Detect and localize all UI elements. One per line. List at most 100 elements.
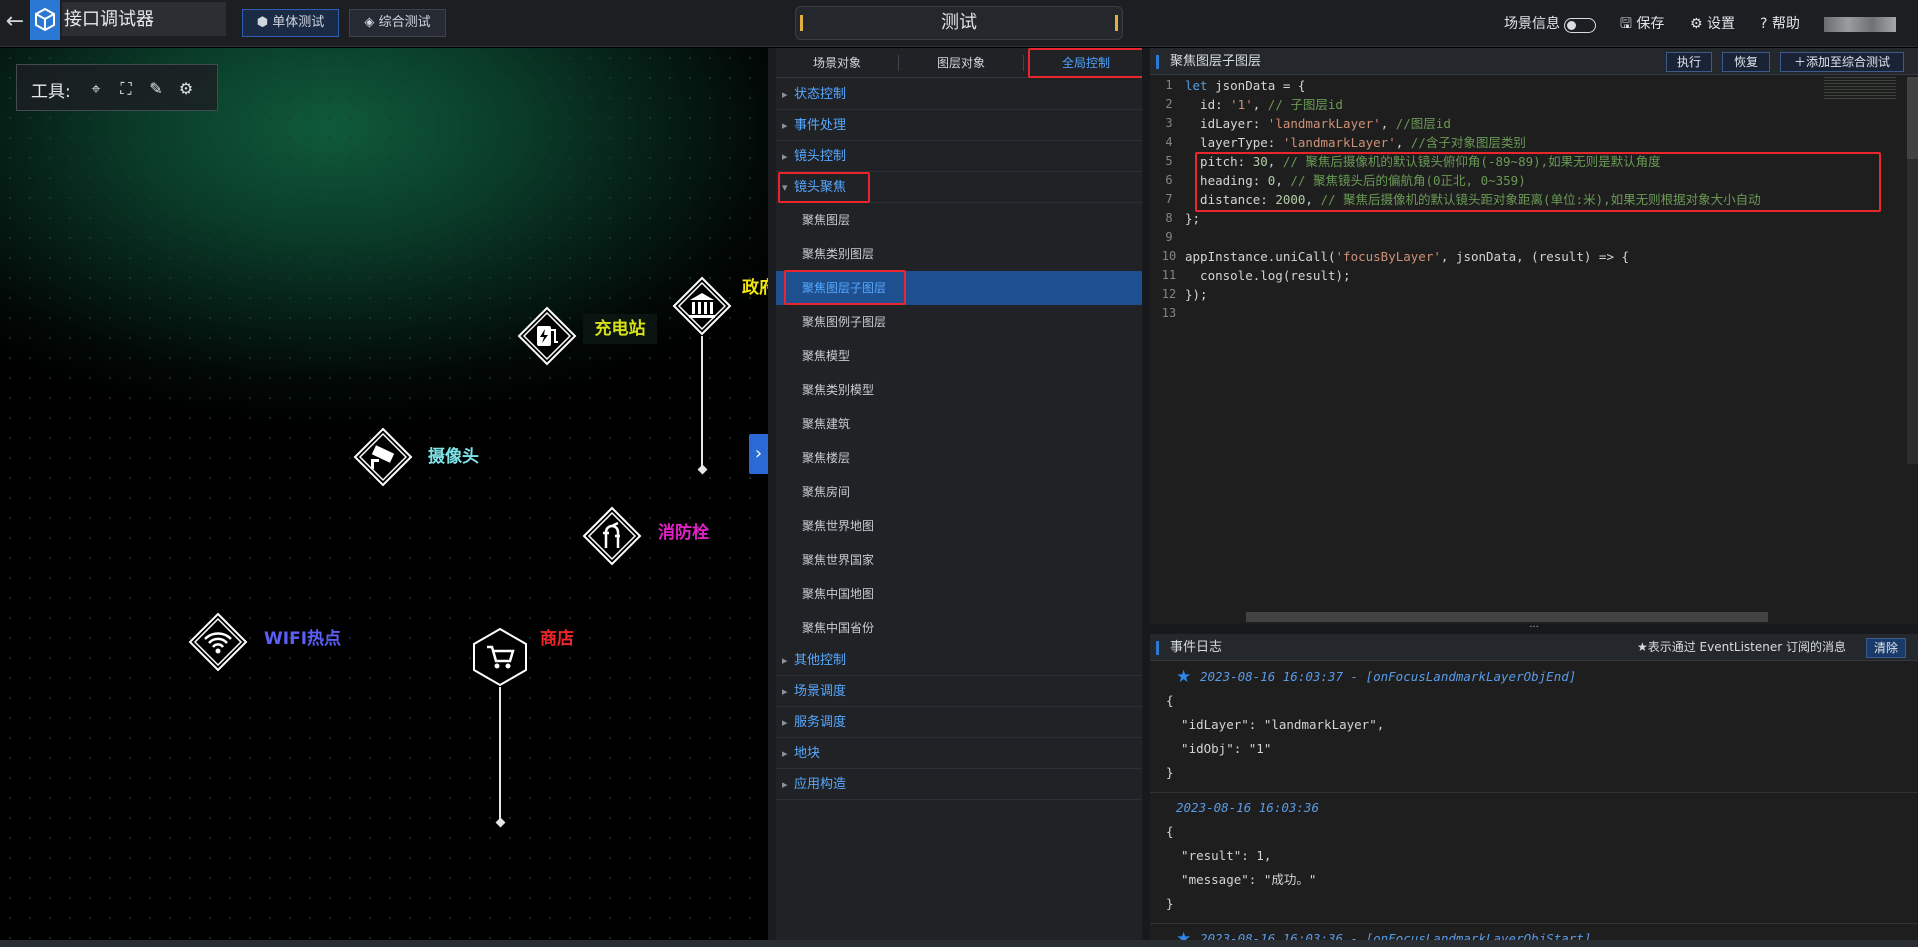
tab-layer-objects[interactable]: 图层对象 xyxy=(899,48,1023,78)
plus-icon: ＋ xyxy=(1793,55,1806,69)
poi-stem xyxy=(499,687,501,821)
poi-fire-hydrant[interactable] xyxy=(582,506,642,566)
log-entry-body: { "result": 1, "message": "成功。" } xyxy=(1166,824,1317,911)
poi-wifi[interactable] xyxy=(188,612,248,672)
poi-camera[interactable] xyxy=(353,427,413,487)
menu-item-focus-floor[interactable]: 聚焦楼层 xyxy=(776,441,1150,475)
panel-splitter[interactable] xyxy=(768,48,776,940)
wifi-icon xyxy=(188,612,248,672)
scene-viewport[interactable]: 工具: ⌖ ⛶ ✎ ⚙ 政府 充电站 摄像头 消防栓 WIFI热点 商店 xyxy=(0,48,768,940)
line-number: 3 xyxy=(1165,116,1173,130)
menu-group-scene-scheduling[interactable]: 场景调度 xyxy=(776,676,1150,707)
reset-button[interactable]: 恢复 xyxy=(1722,52,1770,72)
log-header: 事件日志 ★表示通过 EventListener 订阅的消息 清除 xyxy=(1150,634,1918,661)
scene-info-toggle[interactable] xyxy=(1564,18,1596,33)
header-accent xyxy=(1156,641,1159,655)
line-number: 1 xyxy=(1165,78,1173,92)
line-number: 9 xyxy=(1165,230,1173,244)
panel-tabs: 场景对象 图层对象 全局控制 xyxy=(776,48,1150,78)
locate-icon[interactable]: ⌖ xyxy=(86,79,106,99)
single-test-button[interactable]: ⬢ 单体测试 xyxy=(242,9,339,37)
collapse-panel-button[interactable]: › xyxy=(749,434,768,474)
top-bar: ← 接口调试器 ⬢ 单体测试 ◈ 综合测试 测试 场景信息 🖫 保存 ⚙ 设置 … xyxy=(0,0,1918,47)
user-avatar[interactable] xyxy=(1824,17,1896,32)
panel-splitter[interactable] xyxy=(1142,48,1150,940)
cube-logo-icon xyxy=(30,0,60,40)
menu-group-event-handling[interactable]: 事件处理 xyxy=(776,110,1150,141)
menu-group-app-construction[interactable]: 应用构造 xyxy=(776,769,1150,800)
menu-group-other-control[interactable]: 其他控制 xyxy=(776,645,1150,676)
scene-grid xyxy=(0,48,768,940)
menu-group-camera-control[interactable]: 镜头控制 xyxy=(776,141,1150,172)
editor-log-splitter[interactable]: ··· xyxy=(1150,623,1918,634)
highlight-box xyxy=(778,172,870,203)
tab-scene-objects[interactable]: 场景对象 xyxy=(776,48,898,78)
single-test-label: 单体测试 xyxy=(272,15,325,30)
poi-stem xyxy=(701,336,703,468)
clear-log-button[interactable]: 清除 xyxy=(1866,638,1906,658)
line-number: 6 xyxy=(1165,173,1173,187)
line-numbers: 1 2 3 4 5 6 7 8 9 10 11 12 13 xyxy=(1150,76,1188,323)
save-label: 保存 xyxy=(1636,16,1665,32)
code-line: console.log(result); xyxy=(1185,268,1351,283)
line-number: 4 xyxy=(1165,135,1173,149)
cube-icon: ⬢ xyxy=(256,15,269,30)
menu-group-land-parcel[interactable]: 地块 xyxy=(776,738,1150,769)
log-entry: ★ 2023-08-16 16:03:37 - [onFocusLandmark… xyxy=(1150,662,1918,793)
integrated-test-label: 综合测试 xyxy=(378,15,431,30)
save-button[interactable]: 🖫 保存 xyxy=(1620,12,1664,36)
save-icon: 🖫 xyxy=(1620,16,1632,32)
government-icon xyxy=(672,276,732,336)
menu-item-focus-category-layer[interactable]: 聚焦类别图层 xyxy=(776,237,1150,271)
poi-label-camera: 摄像头 xyxy=(428,447,479,467)
gear-icon: ⚙ xyxy=(1690,16,1703,32)
run-button[interactable]: 执行 xyxy=(1666,52,1712,72)
frame-select-icon[interactable]: ⛶ xyxy=(116,79,136,99)
page-title: 测试 xyxy=(795,6,1123,40)
settings-button[interactable]: ⚙ 设置 xyxy=(1690,12,1735,36)
log-entry: 2023-08-16 16:03:36 { "result": 1, "mess… xyxy=(1150,793,1918,924)
code-minimap[interactable] xyxy=(1824,77,1896,99)
menu-group-state-control[interactable]: 状态控制 xyxy=(776,79,1150,110)
star-icon: ★ xyxy=(1176,667,1192,687)
horizontal-scrollbar[interactable] xyxy=(1246,612,1768,622)
star-icon: ★ xyxy=(1176,929,1192,940)
gear-icon[interactable]: ⚙ xyxy=(176,79,196,99)
line-number: 10 xyxy=(1161,249,1177,263)
log-entry-header: 2023-08-16 16:03:37 - [onFocusLandmarkLa… xyxy=(1200,669,1577,684)
line-number: 11 xyxy=(1161,268,1177,282)
menu-item-focus-china-province[interactable]: 聚焦中国省份 xyxy=(776,611,1150,645)
log-list[interactable]: ★ 2023-08-16 16:03:37 - [onFocusLandmark… xyxy=(1150,662,1918,940)
menu-item-focus-category-model[interactable]: 聚焦类别模型 xyxy=(776,373,1150,407)
back-arrow-icon[interactable]: ← xyxy=(0,0,30,47)
menu-item-focus-legend-sublayer[interactable]: 聚焦图例子图层 xyxy=(776,305,1150,339)
settings-label: 设置 xyxy=(1707,16,1736,32)
menu-item-focus-world-map[interactable]: 聚焦世界地图 xyxy=(776,509,1150,543)
integrated-test-button[interactable]: ◈ 综合测试 xyxy=(349,9,446,37)
poi-label-fire-hydrant: 消防栓 xyxy=(658,523,709,543)
pen-icon[interactable]: ✎ xyxy=(146,79,166,99)
fire-hydrant-icon xyxy=(582,506,642,566)
help-button[interactable]: ? 帮助 xyxy=(1760,12,1800,36)
poi-shop[interactable] xyxy=(470,627,530,687)
vertical-scrollbar[interactable] xyxy=(1907,77,1918,159)
poi-charging-station[interactable] xyxy=(517,306,577,366)
menu-item-focus-layer[interactable]: 聚焦图层 xyxy=(776,203,1150,237)
log-legend-note: ★表示通过 EventListener 订阅的消息 xyxy=(1636,640,1846,654)
poi-government[interactable] xyxy=(672,276,732,336)
chevron-right-icon: › xyxy=(754,443,763,464)
menu-item-focus-world-country[interactable]: 聚焦世界国家 xyxy=(776,543,1150,577)
code-header: 聚焦图层子图层 执行 恢复 ＋添加至综合测试 xyxy=(1150,48,1918,75)
app-title: 接口调试器 xyxy=(62,2,226,36)
add-label: 添加至综合测试 xyxy=(1806,55,1891,69)
menu-item-focus-room[interactable]: 聚焦房间 xyxy=(776,475,1150,509)
menu-item-focus-model[interactable]: 聚焦模型 xyxy=(776,339,1150,373)
add-to-integrated-test-button[interactable]: ＋添加至综合测试 xyxy=(1780,52,1904,72)
menu-item-focus-china-map[interactable]: 聚焦中国地图 xyxy=(776,577,1150,611)
log-entry-body: { "idLayer": "landmarkLayer", "idObj": "… xyxy=(1166,693,1385,780)
menu-item-focus-building[interactable]: 聚焦建筑 xyxy=(776,407,1150,441)
menu-group-service-scheduling[interactable]: 服务调度 xyxy=(776,707,1150,738)
line-number: 7 xyxy=(1165,192,1173,206)
code-line: }); xyxy=(1185,287,1208,302)
poi-label-government: 政府 xyxy=(742,278,768,298)
